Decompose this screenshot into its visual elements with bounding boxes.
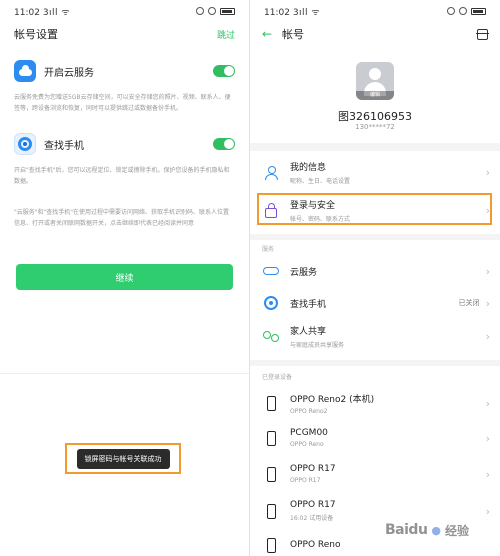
phone-device-icon (262, 536, 280, 554)
cloud-service-item[interactable]: 云服务 › (262, 262, 490, 280)
section-gap (250, 143, 500, 151)
item-sub: 帐号、密码、联系方式 (290, 216, 351, 223)
watermark-suffix: 经验 (445, 523, 470, 538)
paw-icon: ● (431, 523, 442, 537)
family-share-item[interactable]: 家人共享与家庭成员共享服务 › (262, 324, 490, 349)
item-label: 家人共享 (290, 327, 327, 337)
chevron-right-icon: › (485, 467, 490, 481)
find-phone-label: 查找手机 (44, 140, 84, 152)
account-setup-screen: 11:02 3ıll ᯤ 帐号设置 跳过 开启云服务 云服务免费为您赠送5GB云… (0, 0, 250, 556)
device-name: PCGM00 (290, 428, 328, 438)
cloud-service-row[interactable]: 开启云服务 (14, 57, 235, 85)
avatar[interactable]: 编辑 (356, 62, 394, 100)
chevron-right-icon: › (485, 166, 490, 179)
avatar-edit-label: 编辑 (356, 91, 394, 100)
cloud-icon (262, 262, 280, 280)
status-time: 11:02 3ıll ᯤ (14, 7, 71, 18)
login-security-item[interactable]: 登录与安全帐号、密码、联系方式 › (262, 198, 490, 223)
username: 图326106953 (338, 110, 412, 123)
device-name: OPPO Reno2 (本机) (290, 395, 375, 405)
section-gap (250, 360, 500, 366)
account-screen: 11:02 3ıll ᯤ ← 帐号 编辑 图326106953 130*****… (250, 0, 500, 556)
baidu-watermark: Baidu ● 经验 (385, 512, 495, 548)
continue-button[interactable]: 继续 (16, 264, 233, 290)
phone-device-icon (262, 502, 280, 520)
find-phone-icon (14, 133, 36, 155)
screenshot: 11:02 3ıll ᯤ 帐号设置 跳过 开启云服务 云服务免费为您赠送5GB云… (0, 0, 500, 556)
find-phone-desc: 开启"查找手机"后，您可以远程定位、锁定或擦除手机，保护您设备的手机隐私和数据。 (14, 167, 230, 185)
item-label: 查找手机 (290, 299, 327, 310)
section-label-devices: 已登录设备 (262, 374, 293, 381)
scan-icon[interactable] (476, 28, 489, 40)
phone-device-icon (262, 465, 280, 483)
device-name: OPPO R17 (290, 464, 336, 474)
cloud-service-toggle[interactable] (213, 65, 235, 77)
status-icons (447, 7, 486, 15)
alarm-icon (447, 7, 455, 15)
status-time: 11:02 3ıll ᯤ (264, 7, 321, 18)
find-phone-toggle[interactable] (213, 138, 235, 150)
device-model: OPPO Reno2 (290, 408, 328, 415)
chevron-right-icon: › (485, 397, 490, 410)
phone-device-icon (262, 429, 280, 447)
battery-icon (471, 7, 486, 15)
chevron-right-icon: › (485, 204, 490, 217)
status-icons (196, 7, 235, 15)
device-item[interactable]: OPPO R17 OPPO R17 › (262, 464, 490, 484)
watermark-brand: Baidu (385, 522, 428, 538)
item-label: 云服务 (290, 267, 318, 278)
consent-note: "云服务"和"查找手机"在使用过程中需要访问网络、获取手机识别码、联系人位置信息… (14, 209, 230, 227)
find-phone-status: 已关闭 (458, 299, 480, 307)
find-phone-item[interactable]: 查找手机 已关闭 › (262, 294, 490, 312)
my-info-item[interactable]: 我的信息昵称、生日、电话设置 › (262, 160, 490, 185)
divider (0, 373, 249, 374)
cloud-service-desc: 云服务免费为您赠送5GB云存储空间，可以安全存储您的照片、视频、联系人、便签等，… (14, 94, 231, 112)
page-header: ← 帐号 (262, 25, 489, 43)
headset-icon (208, 7, 216, 15)
target-icon (262, 294, 280, 312)
headset-icon (459, 7, 467, 15)
device-name: OPPO R17 (290, 500, 336, 510)
chevron-right-icon: › (485, 330, 490, 343)
item-sub: 昵称、生日、电话设置 (290, 178, 351, 185)
alarm-icon (196, 7, 204, 15)
page-header: 帐号设置 跳过 (14, 25, 235, 43)
skip-link[interactable]: 跳过 (217, 28, 235, 41)
item-label: 我的信息 (290, 163, 327, 173)
lock-icon (262, 202, 280, 220)
toast-message: 锁屏密码与帐号关联成功 (76, 448, 170, 469)
phone-device-icon (262, 395, 280, 413)
battery-icon (220, 7, 235, 15)
cloud-service-label: 开启云服务 (44, 67, 94, 79)
person-icon (262, 164, 280, 182)
page-title: 帐号设置 (14, 28, 58, 41)
chevron-right-icon: › (485, 264, 490, 278)
toast-highlight: 锁屏密码与帐号关联成功 (65, 443, 181, 474)
device-item[interactable]: PCGM00 OPPO Reno › (262, 428, 490, 448)
device-model: OPPO R17 (290, 477, 321, 484)
chevron-right-icon: › (485, 431, 490, 445)
back-arrow-icon[interactable]: ← (262, 27, 274, 41)
item-label: 登录与安全 (290, 201, 336, 211)
section-label-service: 服务 (262, 246, 275, 253)
device-item[interactable]: OPPO Reno2 (本机) OPPO Reno2 › (262, 392, 490, 415)
status-bar: 11:02 3ıll ᯤ (0, 0, 249, 22)
family-icon (262, 328, 280, 346)
device-model: OPPO Reno (290, 441, 324, 448)
section-gap (250, 234, 500, 240)
find-phone-row[interactable]: 查找手机 (14, 130, 235, 158)
item-sub: 与家庭成员共享服务 (290, 342, 345, 349)
status-bar: 11:02 3ıll ᯤ (250, 0, 500, 22)
cloud-icon (14, 60, 36, 82)
chevron-right-icon: › (485, 296, 490, 310)
phone-number: 130*****72 (355, 123, 395, 131)
page-title: 帐号 (282, 28, 304, 41)
